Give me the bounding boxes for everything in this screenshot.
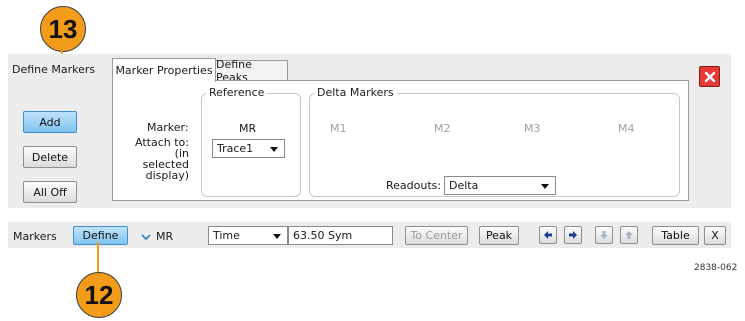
marker-value-field-value: 63.50 Sym <box>293 229 353 242</box>
time-select-value: Time <box>213 229 240 242</box>
delete-button[interactable]: Delete <box>23 146 77 168</box>
peak-button[interactable]: Peak <box>479 226 519 245</box>
attach-to-select[interactable]: Trace1 <box>212 139 285 158</box>
to-center-button[interactable]: To Center <box>405 226 468 245</box>
tab-define-peaks[interactable]: Define Peaks <box>215 58 288 84</box>
table-button[interactable]: Table <box>652 226 699 245</box>
table-button-label: Table <box>661 229 690 242</box>
arrow-up-icon <box>625 231 633 239</box>
callout-12-leader <box>97 242 99 273</box>
chevron-down-icon <box>541 183 549 189</box>
next-right-button[interactable] <box>564 226 582 244</box>
chevron-down-icon <box>141 233 151 240</box>
add-button[interactable]: Add <box>23 111 77 133</box>
marker-value: MR <box>239 122 257 135</box>
define-button-label: Define <box>82 229 119 242</box>
tab-marker-properties[interactable]: Marker Properties <box>112 58 216 82</box>
readouts-label: Readouts: <box>386 179 442 192</box>
callout-12-label: 12 <box>84 279 114 310</box>
arrow-left-icon <box>544 231 552 239</box>
marker-select[interactable]: MR <box>141 230 173 243</box>
all-off-button[interactable]: All Off <box>23 181 77 203</box>
delete-button-label: Delete <box>31 150 69 164</box>
define-markers-panel: Define Markers Marker Properties Define … <box>8 54 731 208</box>
callout-13: 13 <box>40 6 86 52</box>
to-center-button-label: To Center <box>410 229 463 242</box>
close-icon <box>704 71 715 82</box>
add-button-label: Add <box>39 115 61 129</box>
arrow-right-icon <box>569 231 577 239</box>
readouts-select-value: Delta <box>449 179 479 192</box>
define-button[interactable]: Define <box>73 226 128 245</box>
attach-to-select-value: Trace1 <box>217 142 254 155</box>
chevron-down-icon <box>273 233 281 239</box>
markers-close-button[interactable]: X <box>704 226 726 245</box>
markers-close-button-label: X <box>711 229 719 242</box>
delta-marker-m3: M3 <box>524 122 541 135</box>
attach-to-label: Attach to: (in selected display) <box>135 136 189 182</box>
delta-marker-m4: M4 <box>618 122 635 135</box>
next-up-button[interactable] <box>620 226 638 244</box>
markers-label: Markers <box>13 230 57 243</box>
close-button[interactable] <box>699 66 720 87</box>
marker-select-value: MR <box>156 230 174 243</box>
chevron-down-icon <box>270 146 278 152</box>
readouts-select[interactable]: Delta <box>444 176 556 195</box>
all-off-button-label: All Off <box>33 185 67 199</box>
tab-marker-properties-label: Marker Properties <box>115 64 213 77</box>
delta-marker-m1: M1 <box>330 122 347 135</box>
next-down-button[interactable] <box>595 226 613 244</box>
delta-marker-m2: M2 <box>434 122 451 135</box>
next-left-button[interactable] <box>539 226 557 244</box>
arrow-down-icon <box>600 231 608 239</box>
delta-markers-legend: Delta Markers <box>314 86 397 99</box>
callout-12: 12 <box>76 272 122 318</box>
tab-content: Reference Marker: MR Attach to: (in sele… <box>112 80 689 201</box>
marker-value-field[interactable]: 63.50 Sym <box>288 226 393 245</box>
define-markers-label: Define Markers <box>12 63 96 76</box>
time-select[interactable]: Time <box>208 226 288 245</box>
marker-label: Marker: <box>147 121 189 134</box>
callout-13-label: 13 <box>48 13 78 44</box>
figure-id: 2838-062 <box>694 263 738 273</box>
reference-legend: Reference <box>206 86 268 99</box>
peak-button-label: Peak <box>485 229 513 242</box>
